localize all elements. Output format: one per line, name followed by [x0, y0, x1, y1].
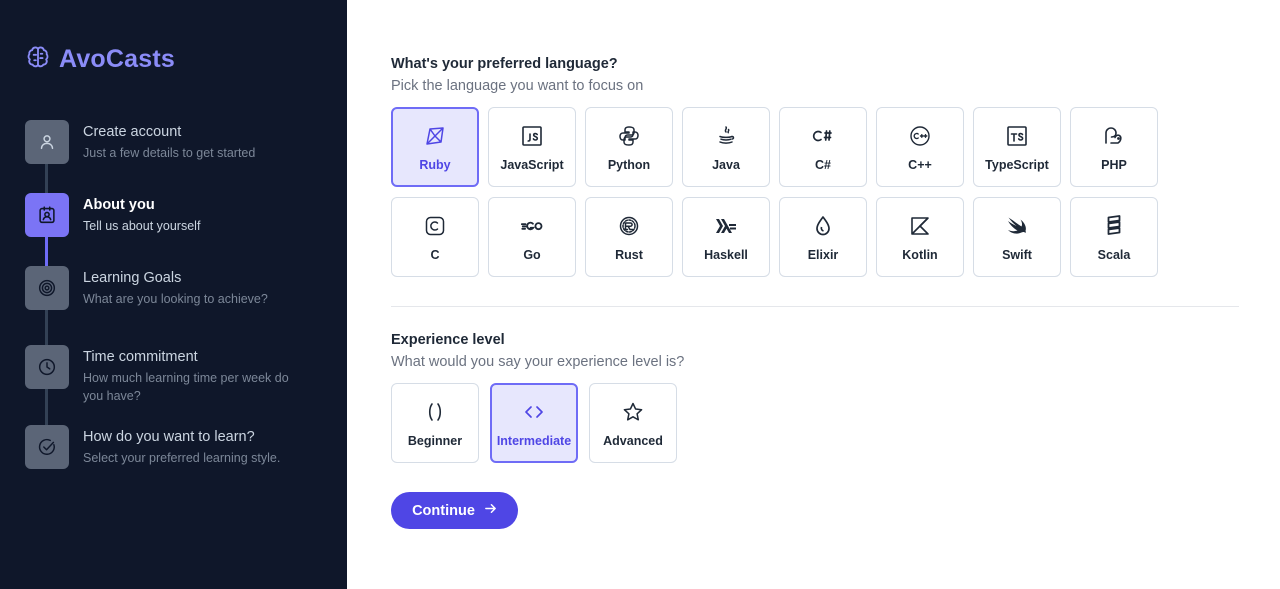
parentheses-icon: [422, 399, 448, 425]
option-label: Ruby: [419, 157, 451, 172]
option-label: JavaScript: [500, 157, 564, 172]
option-label: Haskell: [704, 247, 748, 262]
brain-icon: [25, 44, 51, 75]
star-icon: [620, 399, 646, 425]
brand-name: AvoCasts: [59, 45, 175, 73]
php-icon: [1101, 123, 1127, 149]
check-circle-icon: [25, 425, 69, 469]
swift-icon: [1004, 213, 1030, 239]
target-icon: [25, 266, 69, 310]
step-learning-goals[interactable]: Learning Goals What are you looking to a…: [25, 266, 325, 310]
language-option-scala[interactable]: Scala: [1070, 197, 1158, 277]
option-label: Elixir: [807, 247, 839, 262]
continue-button-label: Continue: [412, 502, 475, 519]
language-option-kotlin[interactable]: Kotlin: [876, 197, 964, 277]
language-question-subtitle: Pick the language you want to focus on: [391, 78, 644, 94]
option-label: C: [430, 247, 440, 262]
rust-icon: [616, 213, 642, 239]
language-option-swift[interactable]: Swift: [973, 197, 1061, 277]
option-label: Beginner: [407, 433, 463, 448]
option-label: Python: [607, 157, 651, 172]
option-label: TypeScript: [985, 157, 1049, 172]
language-option-typescript[interactable]: TypeScript: [973, 107, 1061, 187]
language-option-javascript[interactable]: JavaScript: [488, 107, 576, 187]
go-icon: [519, 213, 545, 239]
step-description: Just a few details to get started: [83, 146, 256, 160]
contact-card-icon: [25, 193, 69, 237]
step-title: About you: [83, 197, 155, 213]
step-connector: [45, 237, 48, 266]
step-about-you[interactable]: About you Tell us about yourself: [25, 193, 325, 237]
step-title: Time commitment: [83, 349, 198, 365]
option-label: Rust: [615, 247, 643, 262]
step-connector: [45, 310, 48, 345]
language-option-csharp[interactable]: C#: [779, 107, 867, 187]
step-title: How do you want to learn?: [83, 429, 255, 445]
code-brackets-icon: [521, 399, 547, 425]
language-option-cpp[interactable]: C++: [876, 107, 964, 187]
user-icon: [25, 120, 69, 164]
option-label: Swift: [1002, 247, 1032, 262]
language-option-python[interactable]: Python: [585, 107, 673, 187]
language-options: Ruby JavaScript Python Java C# C++ TypeS…: [391, 107, 1158, 277]
option-label: Kotlin: [902, 247, 938, 262]
haskell-icon: [713, 213, 739, 239]
option-label: PHP: [1101, 157, 1127, 172]
step-description: What are you looking to achieve?: [83, 292, 268, 306]
arrow-right-icon: [484, 502, 497, 519]
step-learning-style[interactable]: How do you want to learn? Select your pr…: [25, 425, 325, 469]
language-option-elixir[interactable]: Elixir: [779, 197, 867, 277]
section-divider: [391, 306, 1239, 307]
java-icon: [713, 123, 739, 149]
step-title: Create account: [83, 124, 182, 140]
ruby-icon: [422, 123, 448, 149]
option-label: Intermediate: [496, 433, 572, 448]
language-question-title: What's your preferred language?: [391, 56, 618, 72]
step-description: Select your preferred learning style.: [83, 451, 281, 465]
scala-icon: [1101, 213, 1127, 239]
language-option-rust[interactable]: Rust: [585, 197, 673, 277]
cpp-icon: [907, 123, 933, 149]
elixir-icon: [810, 213, 836, 239]
option-label: Scala: [1097, 247, 1131, 262]
option-label: Advanced: [603, 433, 663, 448]
experience-options: Beginner Intermediate Advanced: [391, 383, 677, 463]
step-title: Learning Goals: [83, 270, 182, 286]
clock-icon: [25, 345, 69, 389]
option-label: C++: [908, 157, 932, 172]
step-time-commitment[interactable]: Time commitment How much learning time p…: [25, 345, 325, 405]
csharp-icon: [810, 123, 836, 149]
kotlin-icon: [907, 213, 933, 239]
typescript-icon: [1004, 123, 1030, 149]
experience-option-advanced[interactable]: Advanced: [589, 383, 677, 463]
language-option-java[interactable]: Java: [682, 107, 770, 187]
language-option-go[interactable]: Go: [488, 197, 576, 277]
step-create-account[interactable]: Create account Just a few details to get…: [25, 120, 325, 164]
step-connector: [45, 164, 48, 193]
javascript-icon: [519, 123, 545, 149]
python-icon: [616, 123, 642, 149]
language-option-ruby[interactable]: Ruby: [391, 107, 479, 187]
sidebar: AvoCasts Create account Just a few detai…: [0, 0, 347, 589]
continue-button[interactable]: Continue: [391, 492, 518, 529]
language-option-haskell[interactable]: Haskell: [682, 197, 770, 277]
step-description: Tell us about yourself: [83, 219, 201, 233]
language-option-php[interactable]: PHP: [1070, 107, 1158, 187]
step-list: Create account Just a few details to get…: [25, 120, 325, 480]
option-label: Go: [523, 247, 541, 262]
c-icon: [422, 213, 448, 239]
experience-option-intermediate[interactable]: Intermediate: [490, 383, 578, 463]
brand[interactable]: AvoCasts: [25, 44, 175, 75]
experience-question-title: Experience level: [391, 332, 505, 348]
option-label: Java: [712, 157, 740, 172]
experience-question-subtitle: What would you say your experience level…: [391, 354, 685, 370]
step-description: How much learning time per week do you h…: [83, 371, 289, 403]
language-option-c[interactable]: C: [391, 197, 479, 277]
experience-option-beginner[interactable]: Beginner: [391, 383, 479, 463]
option-label: C#: [815, 157, 831, 172]
